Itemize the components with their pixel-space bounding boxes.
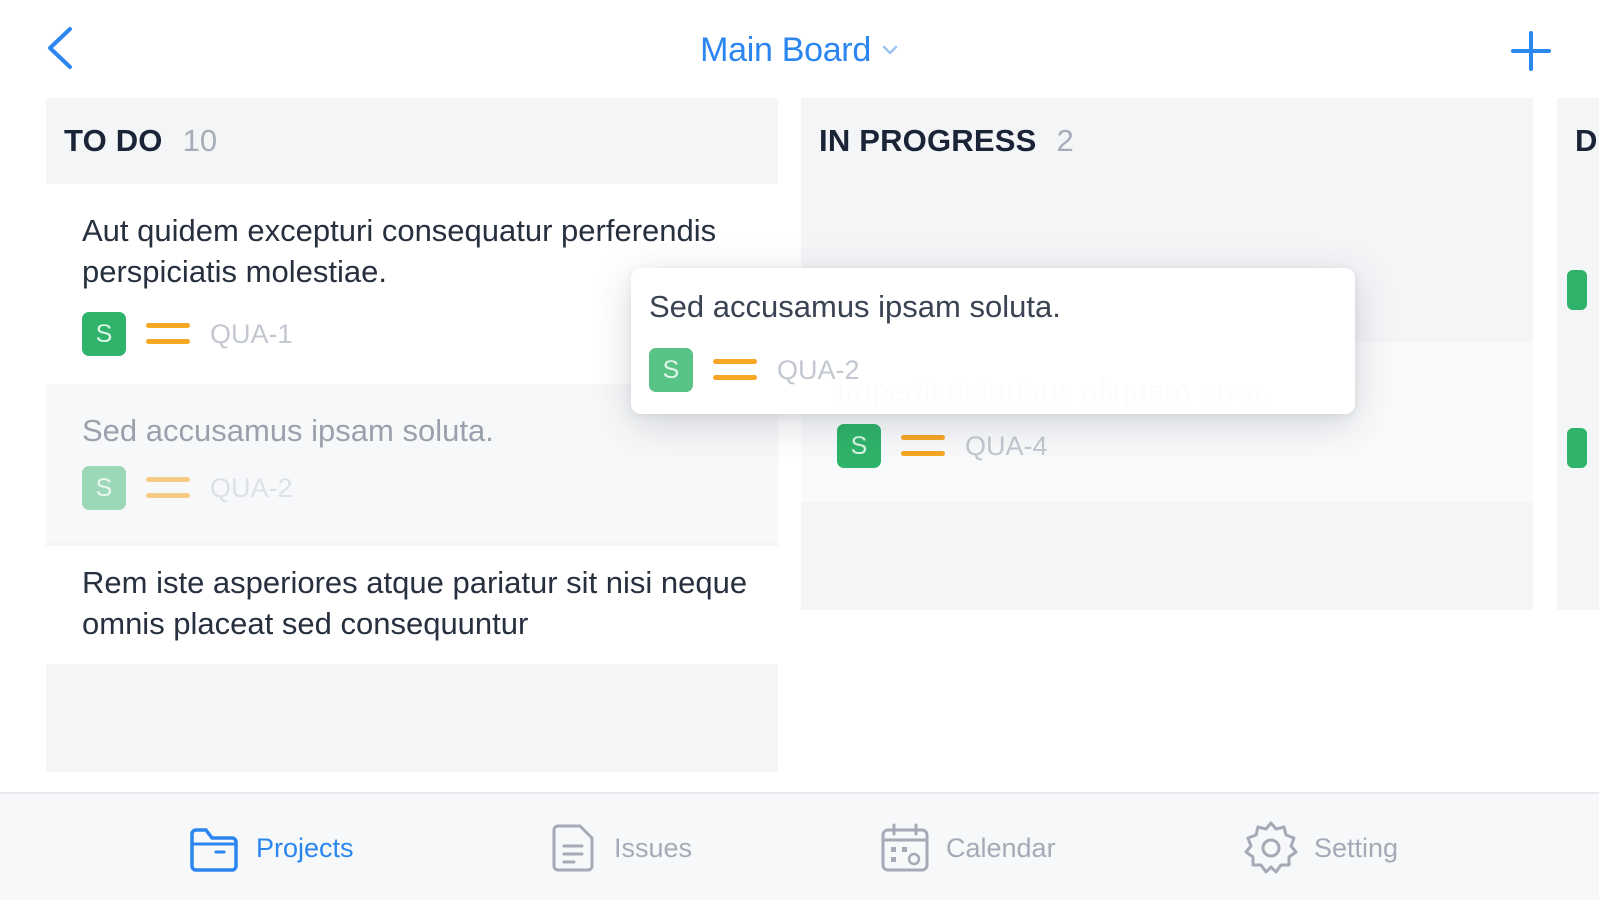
tab-bar: Projects Issues Calendar Setting — [0, 792, 1599, 900]
navigation-bar: Main Board — [0, 0, 1599, 96]
tab-calendar[interactable]: Calendar — [878, 820, 1056, 876]
tab-label: Calendar — [946, 832, 1056, 863]
priority-medium-icon — [146, 319, 190, 349]
tab-issues[interactable]: Issues — [546, 820, 692, 876]
board-title: Main Board — [700, 30, 871, 69]
issue-key: QUA-4 — [965, 430, 1048, 461]
issue-title: Sed accusamus ipsam soluta. — [649, 289, 1061, 324]
chevron-down-icon — [882, 45, 898, 55]
issue-title: Sed accusamus ipsam soluta. — [82, 413, 494, 448]
priority-medium-icon — [713, 355, 757, 385]
issue-meta: S QUA-2 — [82, 466, 293, 510]
column-header: IN PROGRESS 2 — [801, 98, 1533, 184]
dragged-issue-card[interactable]: Sed accusamus ipsam soluta. S QUA-2 — [631, 268, 1355, 414]
story-badge: S — [837, 424, 881, 468]
issue-card[interactable]: Rem iste asperiores atque pariatur sit n… — [46, 546, 778, 664]
priority-medium-icon — [901, 431, 945, 461]
column-title: IN PROGRESS — [819, 123, 1037, 158]
tab-setting[interactable]: Setting — [1242, 820, 1398, 876]
add-button[interactable] — [1504, 24, 1558, 78]
story-badge: S — [82, 312, 126, 356]
document-list-icon — [552, 824, 594, 872]
issue-key: QUA-2 — [777, 354, 860, 385]
chevron-left-icon — [48, 27, 72, 69]
story-badge — [1567, 270, 1587, 310]
tab-label: Setting — [1314, 832, 1399, 863]
gear-icon — [1244, 821, 1298, 874]
column-done: D — [1557, 98, 1599, 610]
calendar-icon — [881, 823, 929, 872]
story-badge — [1567, 428, 1587, 468]
column-count: 2 — [1056, 123, 1074, 158]
column-title: TO DO — [64, 123, 163, 158]
tab-projects[interactable]: Projects — [186, 820, 354, 876]
issue-key: QUA-2 — [210, 472, 293, 503]
column-header: TO DO 10 — [46, 98, 778, 184]
back-button[interactable] — [38, 24, 82, 72]
story-badge: S — [649, 348, 693, 392]
issue-key: QUA-1 — [210, 318, 293, 349]
issue-meta: S QUA-1 — [82, 312, 293, 356]
issue-title: Rem iste asperiores atque pariatur sit n… — [82, 565, 748, 641]
board-selector[interactable]: Main Board — [670, 28, 930, 72]
column-title: D — [1575, 123, 1598, 158]
plus-icon — [1511, 31, 1551, 71]
story-badge: S — [82, 466, 126, 510]
issue-meta: S QUA-2 — [649, 348, 860, 392]
tab-label: Issues — [614, 832, 693, 863]
issue-meta: S QUA-4 — [837, 424, 1048, 468]
folder-icon — [190, 828, 238, 872]
tab-label: Projects — [256, 832, 354, 863]
column-header: D — [1557, 98, 1599, 184]
priority-medium-icon — [146, 473, 190, 503]
column-count: 10 — [182, 123, 218, 158]
